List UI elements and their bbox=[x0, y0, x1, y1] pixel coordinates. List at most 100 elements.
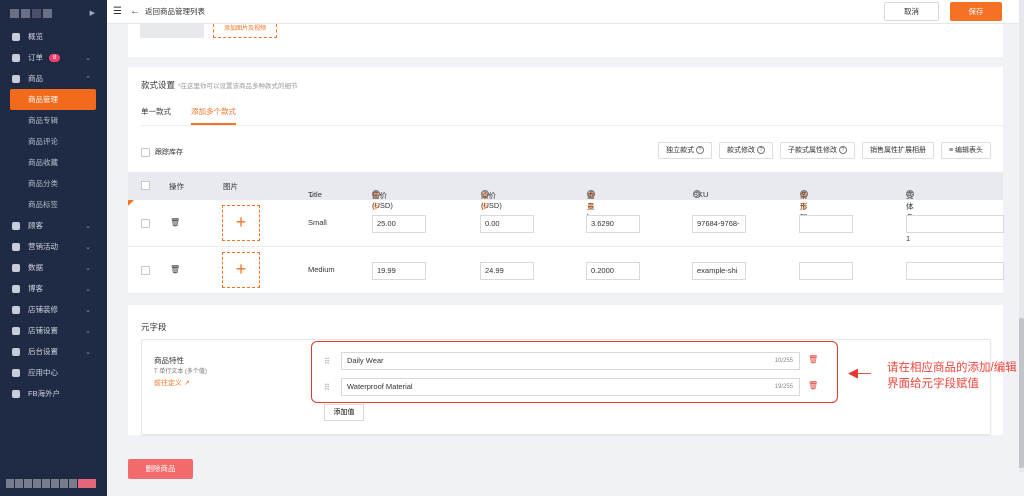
add-variant-image-button[interactable]: + bbox=[222, 252, 260, 288]
admin-settings-icon bbox=[12, 347, 20, 356]
variant-tabs: 单一款式 添加多个款式 bbox=[141, 106, 1003, 126]
select-all-checkbox[interactable] bbox=[141, 181, 150, 190]
delete-product-button[interactable]: 删除商品 bbox=[128, 459, 193, 479]
go-to-definition-link[interactable]: 前往定义 ↗ bbox=[154, 378, 190, 388]
sidebar-item-products[interactable]: 商品 ⌃ bbox=[0, 68, 107, 89]
barcode-input[interactable] bbox=[799, 215, 853, 233]
user-avatar-blurred[interactable] bbox=[6, 479, 96, 488]
chevron-down-icon: ⌄ bbox=[85, 348, 91, 356]
add-variant-image-button[interactable]: + bbox=[222, 205, 260, 241]
help-icon: ? bbox=[838, 146, 847, 155]
weight-input[interactable]: 3.6290 bbox=[586, 215, 640, 233]
variants-card: 款式设置 *在这里你可以设置该商品多种款式的细节 单一款式 添加多个款式 跟踪库存… bbox=[128, 67, 1004, 294]
sku-input[interactable]: example-shi bbox=[692, 262, 746, 280]
trash-icon[interactable]: 🗑 bbox=[170, 265, 180, 274]
row-checkbox[interactable] bbox=[141, 266, 150, 275]
dashboard-icon bbox=[12, 32, 20, 41]
sidebar-item-product-albums[interactable]: 商品专辑 bbox=[0, 110, 107, 131]
metafield-type: T 单行文本 (多个值) bbox=[154, 369, 207, 375]
save-button[interactable]: 保存 bbox=[950, 2, 1002, 21]
price-input[interactable]: 19.99 bbox=[372, 262, 426, 280]
checkbox[interactable] bbox=[141, 147, 150, 157]
hamburger-menu-icon[interactable]: ☰ bbox=[113, 6, 122, 17]
compare-price-input[interactable]: 0.00 bbox=[480, 215, 534, 233]
independent-variant-button[interactable]: 独立款式 ? bbox=[658, 142, 713, 159]
sidebar-item-app-center[interactable]: 应用中心 bbox=[0, 362, 107, 383]
trash-icon[interactable]: 🗑 bbox=[808, 381, 818, 390]
sliders-icon: ≡ bbox=[948, 147, 954, 154]
product-image-thumbnail[interactable] bbox=[140, 24, 204, 38]
chevron-down-icon: ⌄ bbox=[308, 190, 315, 199]
row-checkbox[interactable] bbox=[141, 219, 150, 228]
drag-handle-icon[interactable]: ⠿ bbox=[324, 383, 330, 392]
edit-sub-variant-attrs-button[interactable]: 子款式属性修改 ? bbox=[780, 142, 855, 159]
variant-note-input[interactable] bbox=[906, 215, 1004, 233]
table-row: 🗑 + Medium 19.99 24.99 0.2000 example-sh… bbox=[128, 247, 1004, 294]
sidebar-item-blog[interactable]: 博客 ⌄ bbox=[0, 278, 107, 299]
annotation-text: 请在相应商品的添加/编辑 界面给元字段赋值 bbox=[887, 362, 1017, 390]
sidebar-item-store-settings[interactable]: 店铺设置 ⌄ bbox=[0, 320, 107, 341]
add-media-button[interactable]: 添加图片及视频 bbox=[213, 24, 277, 38]
col-operation: 操作 bbox=[169, 182, 184, 191]
fb-icon bbox=[12, 389, 20, 398]
drag-handle-icon[interactable]: ⠿ bbox=[324, 357, 330, 366]
sidebar-item-marketing[interactable]: 营销活动 ⌄ bbox=[0, 236, 107, 257]
top-bar: ☰ ← 返回商品管理列表 取消 保存 bbox=[107, 0, 1024, 24]
char-count: 10/255 bbox=[774, 358, 793, 364]
sidebar-item-product-management[interactable]: 商品管理 bbox=[10, 89, 96, 110]
chevron-down-icon: ⌄ bbox=[85, 54, 91, 62]
sidebar-item-customers[interactable]: 顾客 ⌄ bbox=[0, 215, 107, 236]
trash-icon[interactable]: 🗑 bbox=[808, 355, 818, 364]
sidebar-item-data[interactable]: 数据 ⌄ bbox=[0, 257, 107, 278]
metafield-label: 商品特性 bbox=[154, 356, 184, 365]
chevron-down-icon: ⌄ bbox=[85, 285, 91, 293]
help-icon: ? bbox=[906, 190, 914, 198]
tab-single-variant[interactable]: 单一款式 bbox=[141, 106, 171, 125]
compare-price-input[interactable]: 24.99 bbox=[480, 262, 534, 280]
sidebar-item-product-favorites[interactable]: 商品收藏 bbox=[0, 152, 107, 173]
chevron-down-icon: ⌄ bbox=[85, 327, 91, 335]
product-icon bbox=[12, 74, 20, 83]
sidebar-item-admin-settings[interactable]: 后台设置 ⌄ bbox=[0, 341, 107, 362]
edit-variant-button[interactable]: 款式修改 ? bbox=[719, 142, 773, 159]
variant-note-input[interactable] bbox=[906, 262, 1004, 280]
cancel-button[interactable]: 取消 bbox=[884, 2, 939, 21]
chevron-down-icon: ⌄ bbox=[85, 222, 91, 230]
scrollbar-thumb[interactable] bbox=[1019, 318, 1024, 468]
variant-title: Medium bbox=[308, 265, 335, 274]
sidebar-item-overview[interactable]: 概览 bbox=[0, 26, 107, 47]
arrow-left-icon: ◀— bbox=[848, 365, 871, 380]
sales-attr-album-button[interactable]: 销售属性扩展相册 bbox=[861, 142, 934, 159]
weight-input[interactable]: 0.2000 bbox=[586, 262, 640, 280]
sidebar-item-store-design[interactable]: 店铺装修 ⌄ bbox=[0, 299, 107, 320]
caret-right-icon[interactable]: ▶ bbox=[90, 9, 95, 17]
tab-multiple-variants[interactable]: 添加多个款式 bbox=[191, 106, 236, 125]
sidebar-item-product-categories[interactable]: 商品分类 bbox=[0, 173, 107, 194]
barcode-input[interactable] bbox=[799, 262, 853, 280]
data-icon bbox=[12, 263, 20, 272]
variant-title: Small bbox=[308, 218, 327, 227]
price-input[interactable]: 25.00 bbox=[372, 215, 426, 233]
page-scrollbar[interactable] bbox=[1019, 0, 1024, 472]
customer-icon bbox=[12, 221, 20, 230]
back-arrow-icon[interactable]: ← bbox=[130, 6, 140, 17]
marketing-icon bbox=[12, 242, 20, 251]
sidebar-item-fb-accounts[interactable]: FB海外户 bbox=[0, 383, 107, 404]
sidebar-item-product-tags[interactable]: 商品标签 bbox=[0, 194, 107, 215]
sidebar-item-product-reviews[interactable]: 商品评论 bbox=[0, 131, 107, 152]
metafield-value-row: ⠿ Daily Wear 10/255 🗑 bbox=[321, 352, 821, 372]
edit-header-button[interactable]: ≡ 编辑表头 bbox=[940, 142, 991, 159]
media-card: 添加图片及视频 bbox=[128, 24, 1003, 57]
decoration-icon bbox=[12, 305, 20, 314]
back-link[interactable]: 返回商品管理列表 bbox=[145, 6, 205, 17]
blog-icon bbox=[12, 284, 20, 293]
chevron-up-icon: ⌃ bbox=[85, 75, 91, 83]
variant-table-header: 操作 图片 Title ⌄ 售价(USD) 同步 ? 原价(USD) 同步 ? … bbox=[128, 172, 1003, 243]
track-inventory-checkbox[interactable]: 跟踪库存 bbox=[141, 147, 183, 157]
sidebar-item-orders[interactable]: 订单 8 ⌄ bbox=[0, 47, 107, 68]
metafield-value-input[interactable]: Daily Wear 10/255 bbox=[341, 352, 800, 370]
add-value-button[interactable]: 添加值 bbox=[324, 404, 364, 421]
metafield-value-input[interactable]: Waterproof Material 19/255 bbox=[341, 378, 800, 396]
trash-icon[interactable]: 🗑 bbox=[170, 218, 180, 227]
sku-input[interactable]: 97684-9768- bbox=[692, 215, 746, 233]
